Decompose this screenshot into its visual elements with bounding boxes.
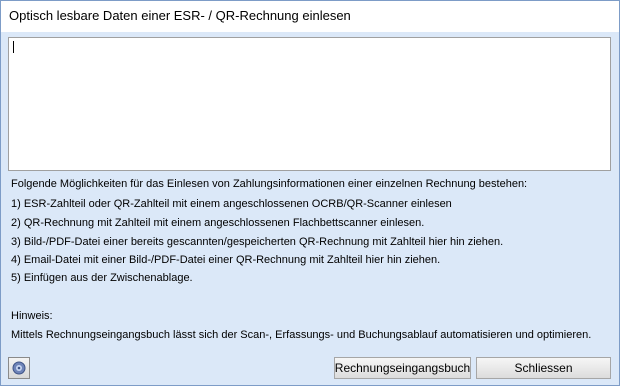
option-4-text: 4) Email-Datei mit einer Bild-/PDF-Datei… [11, 254, 441, 266]
close-button[interactable]: Schliessen [476, 357, 611, 379]
option-1-text: 1) ESR-Zahlteil oder QR-Zahlteil mit ein… [11, 198, 452, 210]
hint-text: Mittels Rechnungseingangsbuch lässt sich… [11, 329, 592, 341]
help-icon [12, 361, 26, 375]
option-3-text: 3) Bild-/PDF-Datei einer bereits gescann… [11, 236, 504, 248]
text-caret [13, 41, 14, 53]
option-5-text: 5) Einfügen aus der Zwischenablage. [11, 272, 193, 284]
dialog-window: Optisch lesbare Daten einer ESR- / QR-Re… [0, 0, 620, 386]
window-title: Optisch lesbare Daten einer ESR- / QR-Re… [9, 8, 351, 23]
option-2-text: 2) QR-Rechnung mit Zahlteil mit einem an… [11, 217, 425, 229]
intro-text: Folgende Möglichkeiten für das Einlesen … [11, 178, 528, 190]
rechnungseingangsbuch-button[interactable]: Rechnungseingangsbuch [334, 357, 471, 379]
scan-input-textarea[interactable] [8, 37, 611, 171]
hint-label: Hinweis: [11, 310, 53, 322]
title-bar: Optisch lesbare Daten einer ESR- / QR-Re… [1, 1, 619, 32]
help-button[interactable] [8, 357, 30, 379]
